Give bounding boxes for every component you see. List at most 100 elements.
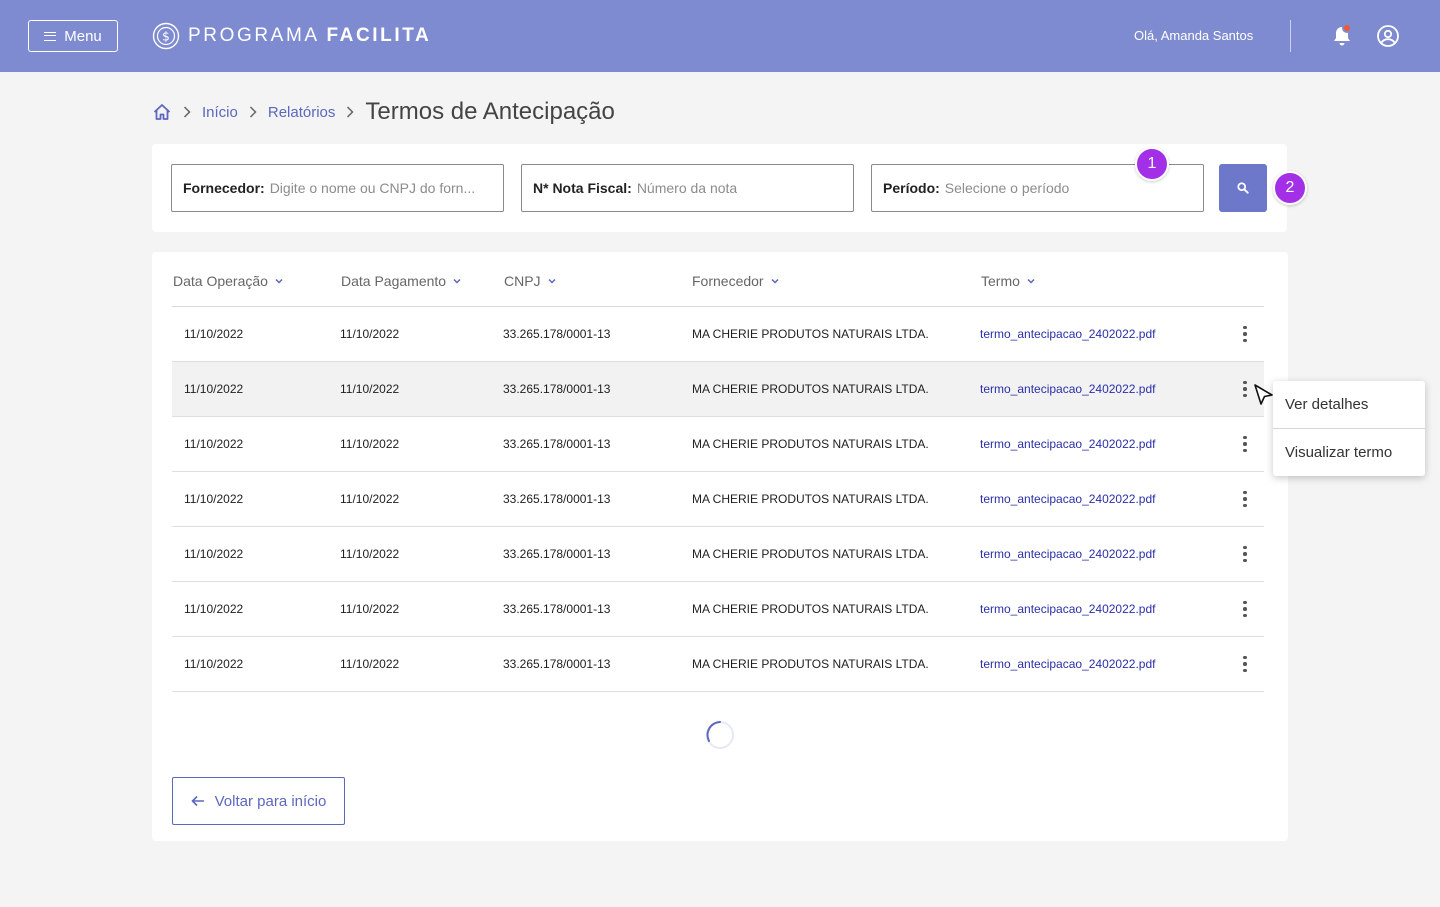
arrow-left-icon xyxy=(190,795,204,807)
results-table: Data Operação Data Pagamento CNPJ Fornec… xyxy=(152,252,1288,841)
periodo-placeholder: Selecione o período xyxy=(944,180,1070,196)
back-button-label: Voltar para início xyxy=(214,792,327,810)
top-bar: Menu $ PROGRAMA FACILITA Olá, Amanda San… xyxy=(0,0,1440,72)
chevron-right-icon xyxy=(249,106,257,118)
cell-fornecedor: MA CHERIE PRODUTOS NATURAIS LTDA. xyxy=(692,382,929,396)
cell-cnpj: 33.265.178/0001-13 xyxy=(503,492,611,506)
menu-label: Menu xyxy=(64,27,102,45)
table-row[interactable]: 11/10/2022 11/10/2022 33.265.178/0001-13 MA… xyxy=(172,527,1264,582)
breadcrumb: Início Relatórios Termos de Antecipação xyxy=(152,98,615,126)
nota-fiscal-field[interactable]: N* Nota Fiscal: Número da nota xyxy=(521,164,854,212)
cell-termo[interactable]: termo_antecipacao_2402022.pdf xyxy=(980,307,1155,361)
column-header-termo[interactable]: Termo xyxy=(981,271,1036,291)
table-row[interactable]: 11/10/2022 11/10/2022 33.265.178/0001-13 MA… xyxy=(172,362,1264,417)
menu-button[interactable]: Menu xyxy=(28,20,118,52)
cell-termo[interactable]: termo_antecipacao_2402022.pdf xyxy=(980,472,1155,526)
sort-chevron-down-icon xyxy=(771,278,779,284)
column-header-cnpj[interactable]: CNPJ xyxy=(504,271,557,291)
table-row[interactable]: 11/10/2022 11/10/2022 33.265.178/0001-13 MA… xyxy=(172,637,1264,692)
nota-fiscal-label: N* Nota Fiscal: xyxy=(533,180,632,196)
cell-data-pagamento: 11/10/2022 xyxy=(340,437,400,451)
cell-data-pagamento: 11/10/2022 xyxy=(340,657,400,671)
menu-item-ver-detalhes[interactable]: Ver detalhes xyxy=(1273,381,1425,428)
chevron-right-icon xyxy=(183,106,191,118)
column-header-data-operacao[interactable]: Data Operação xyxy=(173,271,284,291)
cell-data-pagamento: 11/10/2022 xyxy=(340,547,400,561)
page-title: Termos de Antecipação xyxy=(365,98,615,125)
brand-logo[interactable]: $ PROGRAMA FACILITA xyxy=(152,22,431,50)
chevron-right-icon xyxy=(347,106,354,118)
mouse-pointer-icon xyxy=(1254,384,1273,405)
row-actions-kebab-icon[interactable] xyxy=(1234,650,1256,678)
row-actions-kebab-icon[interactable] xyxy=(1234,485,1256,513)
cell-cnpj: 33.265.178/0001-13 xyxy=(503,547,611,561)
cell-data-pagamento: 11/10/2022 xyxy=(340,602,400,616)
row-actions-menu: Ver detalhes Visualizar termo xyxy=(1273,381,1425,476)
cell-fornecedor: MA CHERIE PRODUTOS NATURAIS LTDA. xyxy=(692,547,929,561)
cell-fornecedor: MA CHERIE PRODUTOS NATURAIS LTDA. xyxy=(692,602,929,616)
user-greeting: Olá, Amanda Santos xyxy=(1134,28,1254,43)
row-actions-kebab-icon[interactable] xyxy=(1234,540,1256,568)
cell-cnpj: 33.265.178/0001-13 xyxy=(503,657,611,671)
back-to-home-button[interactable]: Voltar para início xyxy=(172,777,345,825)
cell-data-pagamento: 11/10/2022 xyxy=(340,382,400,396)
nota-fiscal-placeholder: Número da nota xyxy=(636,180,738,196)
cell-termo[interactable]: termo_antecipacao_2402022.pdf xyxy=(980,637,1155,691)
cell-data-operacao: 11/10/2022 xyxy=(184,602,244,616)
fornecedor-placeholder: Digite o nome ou CNPJ do forn... xyxy=(269,180,476,196)
step-badge-2: 2 xyxy=(1273,171,1307,205)
search-button[interactable] xyxy=(1219,164,1267,212)
filter-panel: Fornecedor: Digite o nome ou CNPJ do for… xyxy=(152,144,1307,232)
periodo-label: Período: xyxy=(883,180,940,196)
user-profile-icon[interactable] xyxy=(1376,24,1400,48)
breadcrumb-inicio[interactable]: Início xyxy=(202,104,238,121)
cell-cnpj: 33.265.178/0001-13 xyxy=(503,382,611,396)
notifications-bell-icon[interactable] xyxy=(1330,23,1354,48)
header-divider xyxy=(1290,20,1291,52)
cell-cnpj: 33.265.178/0001-13 xyxy=(503,437,611,451)
column-header-data-pagamento[interactable]: Data Pagamento xyxy=(341,271,462,291)
cell-termo[interactable]: termo_antecipacao_2402022.pdf xyxy=(980,362,1155,416)
hamburger-icon xyxy=(44,31,57,41)
cell-fornecedor: MA CHERIE PRODUTOS NATURAIS LTDA. xyxy=(692,492,929,506)
cell-termo[interactable]: termo_antecipacao_2402022.pdf xyxy=(980,527,1155,581)
home-icon[interactable] xyxy=(152,102,172,122)
fornecedor-field[interactable]: Fornecedor: Digite o nome ou CNPJ do for… xyxy=(171,164,504,212)
fornecedor-label: Fornecedor: xyxy=(183,180,265,196)
sort-chevron-down-icon xyxy=(548,278,556,284)
cell-data-operacao: 11/10/2022 xyxy=(184,657,244,671)
sort-chevron-down-icon xyxy=(1027,278,1035,284)
row-actions-kebab-icon[interactable] xyxy=(1234,595,1256,623)
breadcrumb-relatorios[interactable]: Relatórios xyxy=(268,104,336,121)
brand-name: PROGRAMA FACILITA xyxy=(188,25,432,46)
cell-termo[interactable]: termo_antecipacao_2402022.pdf xyxy=(980,582,1155,636)
cell-data-operacao: 11/10/2022 xyxy=(184,382,244,396)
search-icon xyxy=(1237,182,1249,194)
table-row[interactable]: 11/10/2022 11/10/2022 33.265.178/0001-13 MA… xyxy=(172,307,1264,362)
row-actions-kebab-icon[interactable] xyxy=(1234,430,1256,458)
cell-fornecedor: MA CHERIE PRODUTOS NATURAIS LTDA. xyxy=(692,327,929,341)
cell-fornecedor: MA CHERIE PRODUTOS NATURAIS LTDA. xyxy=(692,437,929,451)
table-row[interactable]: 11/10/2022 11/10/2022 33.265.178/0001-13 MA… xyxy=(172,472,1264,527)
column-header-fornecedor[interactable]: Fornecedor xyxy=(692,271,780,291)
cell-cnpj: 33.265.178/0001-13 xyxy=(503,602,611,616)
cell-termo[interactable]: termo_antecipacao_2402022.pdf xyxy=(980,417,1155,471)
table-row[interactable]: 11/10/2022 11/10/2022 33.265.178/0001-13 MA… xyxy=(172,582,1264,637)
coin-logo-icon: $ xyxy=(152,22,180,50)
loading-spinner-icon xyxy=(706,721,734,749)
cell-data-operacao: 11/10/2022 xyxy=(184,437,244,451)
menu-item-visualizar-termo[interactable]: Visualizar termo xyxy=(1273,429,1425,476)
cell-data-pagamento: 11/10/2022 xyxy=(340,327,400,341)
cell-data-operacao: 11/10/2022 xyxy=(184,327,244,341)
cell-data-operacao: 11/10/2022 xyxy=(184,492,244,506)
cell-data-operacao: 11/10/2022 xyxy=(184,547,244,561)
svg-text:$: $ xyxy=(162,30,170,44)
sort-chevron-down-icon xyxy=(453,278,461,284)
table-row[interactable]: 11/10/2022 11/10/2022 33.265.178/0001-13 MA… xyxy=(172,417,1264,472)
step-badge-1: 1 xyxy=(1135,147,1169,181)
row-actions-kebab-icon[interactable] xyxy=(1234,320,1256,348)
sort-chevron-down-icon xyxy=(275,278,283,284)
cell-fornecedor: MA CHERIE PRODUTOS NATURAIS LTDA. xyxy=(692,657,929,671)
cell-cnpj: 33.265.178/0001-13 xyxy=(503,327,611,341)
cell-data-pagamento: 11/10/2022 xyxy=(340,492,400,506)
